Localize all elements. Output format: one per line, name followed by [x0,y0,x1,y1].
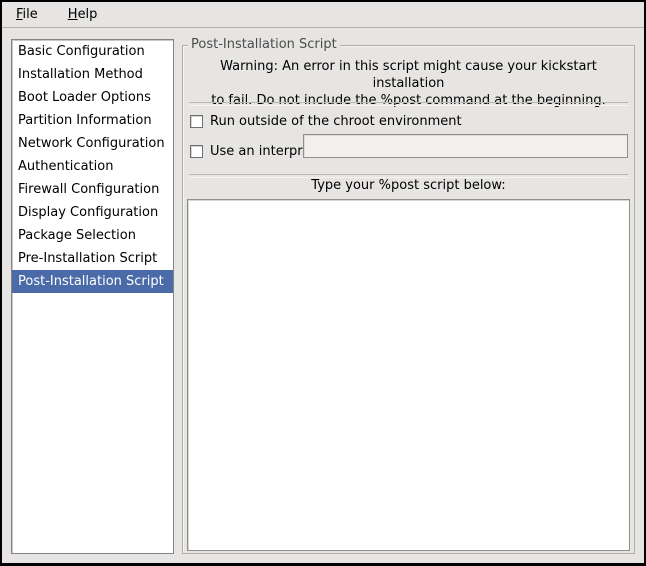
frame-title: Post-Installation Script [188,37,340,53]
chroot-checkbox[interactable] [190,115,203,128]
chroot-checkbox-row[interactable]: Run outside of the chroot environment [190,112,462,130]
sidebar-item-authentication[interactable]: Authentication [12,155,173,178]
interpreter-input[interactable] [303,134,628,158]
interpreter-checkbox[interactable] [190,145,203,158]
warning-line-2: to fail. Do not include the %post comman… [183,92,634,109]
sidebar-item-post-installation-script[interactable]: Post-Installation Script [12,270,173,293]
sidebar-item-package-selection[interactable]: Package Selection [12,224,173,247]
menu-help[interactable]: Help [64,5,102,24]
warning-line-1: Warning: An error in this script might c… [183,58,634,92]
chroot-checkbox-label: Run outside of the chroot environment [210,114,462,129]
sidebar-item-network-configuration[interactable]: Network Configuration [12,132,173,155]
menu-bar: File Help [2,2,644,28]
post-script-textarea[interactable] [187,199,630,551]
kickstart-configurator-window: File Help Basic ConfigurationInstallatio… [0,0,646,566]
sidebar-item-pre-installation-script[interactable]: Pre-Installation Script [12,247,173,270]
sidebar-item-basic-configuration[interactable]: Basic Configuration [12,40,173,63]
sidebar-item-firewall-configuration[interactable]: Firewall Configuration [12,178,173,201]
script-area-label: Type your %post script below: [183,178,634,193]
post-install-frame: Post-Installation Script Warning: An err… [182,45,635,554]
sidebar-item-installation-method[interactable]: Installation Method [12,63,173,86]
menu-file[interactable]: File [12,5,42,24]
sidebar-item-boot-loader-options[interactable]: Boot Loader Options [12,86,173,109]
sidebar-section-list[interactable]: Basic ConfigurationInstallation MethodBo… [11,39,174,554]
sidebar-item-partition-information[interactable]: Partition Information [12,109,173,132]
separator-under-warning [189,102,628,106]
sidebar-item-display-configuration[interactable]: Display Configuration [12,201,173,224]
